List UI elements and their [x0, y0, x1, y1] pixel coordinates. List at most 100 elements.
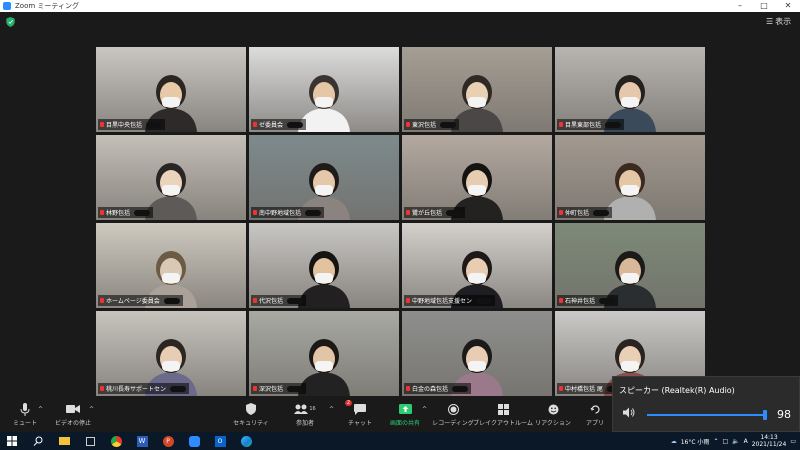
participant-video-tile[interactable]: ホームページ委員会	[96, 223, 246, 308]
participant-video-tile[interactable]: 目黒東部包括	[555, 47, 705, 132]
people-icon	[294, 404, 309, 414]
network-icon[interactable]: □	[722, 438, 728, 445]
participant-video-tile[interactable]: 林野包括	[96, 135, 246, 220]
mic-muted-icon	[253, 386, 257, 391]
name-redaction	[146, 121, 163, 128]
mic-muted-icon	[253, 298, 257, 303]
show-hidden-icons-icon[interactable]: ⌃	[713, 438, 718, 445]
participant-name: 目黒中央包括	[106, 122, 143, 129]
window-title: Zoom ミーティング	[15, 2, 79, 10]
participant-video-tile[interactable]: 東沢包括	[402, 47, 552, 132]
participant-name-tag: 代沢包括	[251, 295, 307, 306]
volume-slider-thumb[interactable]	[762, 410, 767, 420]
participant-video-tile[interactable]: 鷺が丘包括	[402, 135, 552, 220]
participant-name: 東沢包括	[412, 122, 437, 129]
meeting-stage: ☰ 表示 目黒中央包括 ゼ委員会 東沢包括 目黒東部包括林野包括 南中野地域包括 鷺が丘包…	[0, 12, 800, 400]
minimize-icon[interactable]: –	[728, 0, 752, 12]
name-redaction	[134, 209, 151, 216]
participant-name-tag: 仲町包括	[557, 207, 613, 218]
participant-name: 深沢包括	[259, 386, 284, 393]
breakout-rooms-label: ブレイクアウトルーム	[473, 420, 533, 427]
chat-button[interactable]: 2 チャット	[335, 400, 385, 427]
word-icon[interactable]: W	[134, 433, 150, 449]
notification-icon[interactable]: ▭	[790, 438, 796, 445]
system-tray: ☁ 16°C 小雨 ⌃ □ 🔈 A 14:13 2021/11/24 ▭	[671, 432, 796, 450]
participant-name: 南中野地域包括	[259, 210, 302, 217]
participant-video-tile[interactable]: 代沢包括	[249, 223, 399, 308]
close-icon[interactable]: ✕	[776, 0, 800, 12]
participant-name-tag: ホームページ委員会	[98, 295, 183, 306]
chrome-icon[interactable]	[108, 433, 124, 449]
windows-start-icon[interactable]	[4, 433, 20, 449]
participant-video-tile[interactable]: 深沢包括	[249, 311, 399, 396]
task-view-icon[interactable]	[82, 433, 98, 449]
maximize-icon[interactable]: □	[752, 0, 776, 12]
mic-muted-icon	[406, 122, 410, 127]
weather-cloud-icon[interactable]: ☁	[671, 438, 677, 445]
chat-label: チャット	[348, 420, 372, 427]
participant-video-tile[interactable]: 仲町包括	[555, 135, 705, 220]
speaker-icon[interactable]	[623, 407, 635, 418]
name-redaction	[593, 209, 610, 216]
participant-name: 鷺が丘包括	[412, 210, 443, 217]
system-clock[interactable]: 14:13 2021/11/24	[752, 434, 787, 448]
chat-bubble-icon	[354, 403, 366, 415]
mic-muted-icon	[559, 386, 563, 391]
share-options-caret[interactable]: ^	[422, 406, 427, 413]
search-icon[interactable]	[30, 433, 46, 449]
outlook-icon[interactable]: O	[212, 433, 228, 449]
file-explorer-icon[interactable]	[56, 433, 72, 449]
volume-slider[interactable]	[647, 410, 767, 420]
encryption-shield-icon[interactable]	[6, 17, 15, 27]
participant-video-tile[interactable]: 桃川長寿サポートセン	[96, 311, 246, 396]
participant-video-tile[interactable]: ゼ委員会	[249, 47, 399, 132]
participant-name-tag: 深沢包括	[251, 383, 307, 394]
mic-muted-icon	[100, 386, 104, 391]
participants-icon-wrap: 16	[294, 402, 316, 416]
name-redaction	[476, 297, 493, 304]
speaker-title: スピーカー (Realtek(R) Audio)	[619, 386, 735, 395]
participant-video-tile[interactable]: 中野地域包括支援セン	[402, 223, 552, 308]
zoom-taskbar-icon[interactable]	[186, 433, 202, 449]
mic-muted-icon	[406, 386, 410, 391]
mic-muted-icon	[559, 122, 563, 127]
mic-muted-icon	[406, 210, 410, 215]
mic-muted-icon	[253, 210, 257, 215]
grid-view-icon: ☰	[766, 17, 774, 26]
participant-name: ゼ委員会	[259, 122, 284, 129]
weather-text[interactable]: 16°C 小雨	[681, 437, 710, 446]
participant-name: 仲町包括	[565, 210, 590, 217]
participants-options-caret[interactable]: ^	[329, 406, 334, 413]
participant-video-tile[interactable]: 石神井包括	[555, 223, 705, 308]
breakout-rooms-button[interactable]: ブレイクアウトルーム	[473, 402, 533, 427]
record-button[interactable]: レコーディング	[428, 402, 478, 427]
participant-name-tag: 中野地域包括支援セン	[404, 295, 496, 306]
participant-video-tile[interactable]: 南中野地域包括	[249, 135, 399, 220]
record-icon	[447, 402, 459, 416]
mic-muted-icon	[559, 210, 563, 215]
name-redaction	[440, 121, 457, 128]
mic-muted-icon	[406, 298, 410, 303]
view-button[interactable]: ☰ 表示	[766, 16, 791, 27]
edge-icon[interactable]	[238, 433, 254, 449]
zoom-logo-icon	[3, 2, 11, 10]
name-redaction	[170, 385, 187, 392]
security-button[interactable]: セキュリティ	[226, 402, 276, 427]
participant-name: ホームページ委員会	[106, 298, 160, 305]
microphone-icon	[20, 402, 30, 416]
video-camera-icon	[66, 402, 80, 416]
powerpoint-icon[interactable]: P	[160, 433, 176, 449]
volume-tray-icon[interactable]: 🔈	[732, 438, 739, 445]
name-redaction	[287, 121, 304, 128]
ime-indicator[interactable]: A	[744, 438, 748, 445]
breakout-grid-icon	[497, 402, 509, 416]
smiley-icon	[548, 402, 559, 416]
name-redaction	[452, 385, 469, 392]
mute-options-caret[interactable]: ^	[38, 406, 43, 413]
video-options-caret[interactable]: ^	[89, 406, 94, 413]
participant-video-tile[interactable]: 白金の森包括	[402, 311, 552, 396]
participants-button[interactable]: 16 参加者	[280, 402, 330, 427]
participant-video-tile[interactable]: 目黒中央包括	[96, 47, 246, 132]
share-screen-icon	[398, 402, 412, 416]
volume-value: 98	[777, 408, 791, 421]
